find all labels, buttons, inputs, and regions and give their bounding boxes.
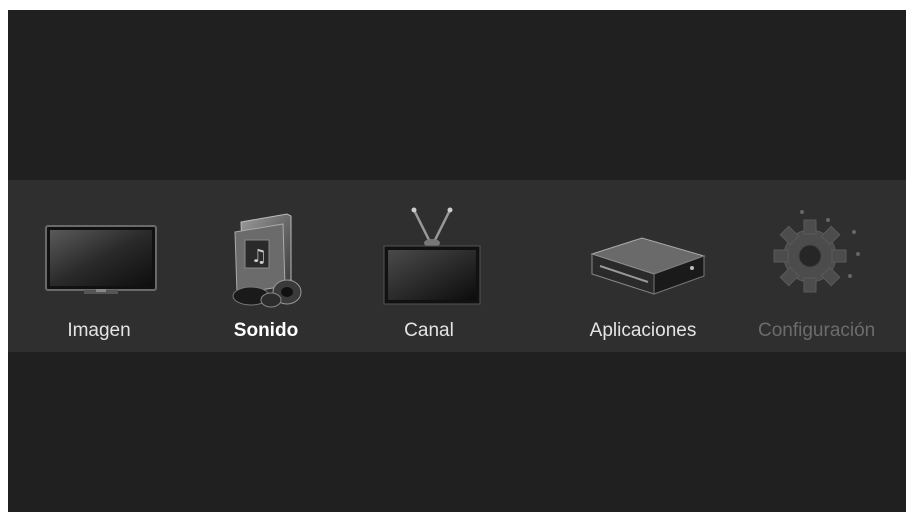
menu-item-label: Imagen xyxy=(67,320,131,341)
menu-item-label: Canal xyxy=(404,320,454,341)
menu-item-aplicaciones[interactable]: Aplicaciones xyxy=(568,180,718,352)
menu-item-sonido[interactable]: ♫ Sonido xyxy=(191,180,341,352)
monitor-icon xyxy=(24,202,174,312)
menu-item-canal[interactable]: Canal xyxy=(354,180,504,352)
main-menu-bar: Imagen ♫ Sonido Canal Aplicaciones Confi… xyxy=(8,180,906,352)
menu-item-label: Aplicaciones xyxy=(589,320,697,341)
music-folder-icon: ♫ xyxy=(191,202,341,312)
menu-item-label: Sonido xyxy=(233,320,299,341)
menu-item-label: Configuración xyxy=(758,320,876,341)
svg-text:♫: ♫ xyxy=(251,246,267,267)
gear-icon xyxy=(758,202,906,312)
tv-antenna-icon xyxy=(354,202,504,312)
menu-item-imagen[interactable]: Imagen xyxy=(24,180,174,352)
menu-item-configuracion[interactable]: Configuración xyxy=(758,180,906,352)
tv-screen: Imagen ♫ Sonido Canal Aplicaciones Confi… xyxy=(8,10,906,512)
media-box-icon xyxy=(568,202,718,312)
